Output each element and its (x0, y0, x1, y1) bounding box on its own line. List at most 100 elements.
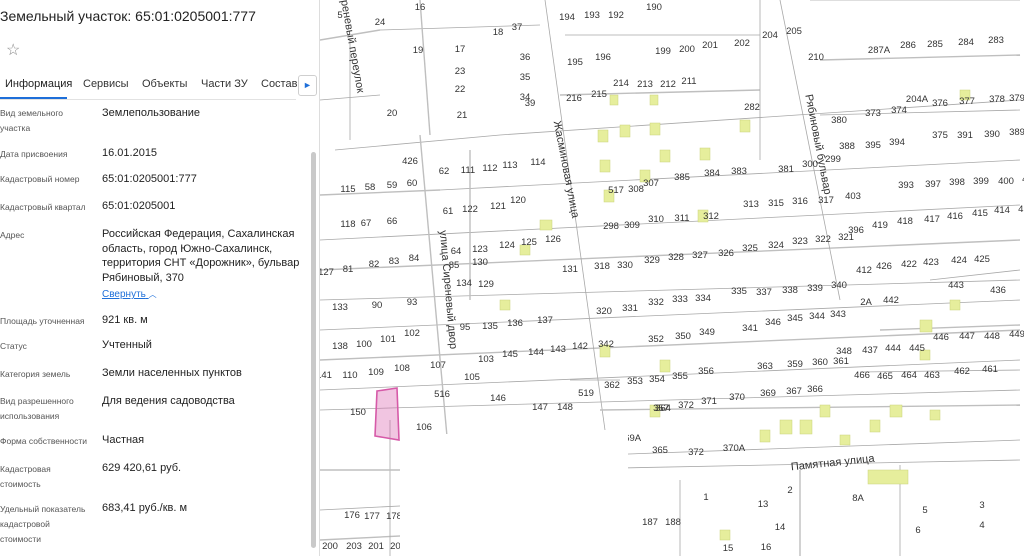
parcel-boundary (320, 299, 1021, 331)
parcel-number-label: 210 (808, 52, 824, 63)
parcel-number-label: 444 (885, 343, 901, 354)
building (499, 299, 511, 311)
tab-information[interactable]: Информация (5, 78, 72, 90)
parcel-number-label: 426 (402, 156, 418, 167)
parcel-boundary (779, 0, 841, 301)
parcel-number-label: 22 (455, 84, 466, 95)
parcel-number-label: 326 (718, 248, 734, 259)
parcel-number-label: 100 (356, 339, 372, 350)
parcel-number-label: 385 (674, 172, 690, 183)
building (949, 299, 961, 311)
parcel-number-label: 285 (927, 39, 943, 50)
tab-objects[interactable]: Объекты (142, 78, 187, 90)
parcel-number-label: 350 (675, 331, 691, 342)
parcel-number-label: 205 (786, 26, 802, 37)
parcel-number-label: 445 (909, 343, 925, 354)
parcel-number-label: 425 (974, 254, 990, 265)
parcel-number-label: 403 (845, 191, 861, 202)
building (739, 119, 751, 133)
parcel-number-label: 113 (502, 160, 517, 171)
parcel-number-label: 126 (545, 234, 561, 245)
parcel-number-label: 399 (973, 176, 989, 187)
parcel-number-label: 127 (320, 267, 334, 278)
parcel-number-label: 58 (365, 182, 376, 193)
parcel-number-label: 194 (559, 12, 575, 23)
star-icon[interactable]: ☆ (6, 40, 20, 60)
parcel-number-label: 426 (876, 261, 892, 272)
field-value-cadastral-quarter: 65:01:0205001 (102, 200, 176, 212)
parcel-number-label: 213 (637, 79, 653, 90)
parcel-number-label: 81 (343, 264, 354, 275)
field-label-status: Статус (0, 341, 27, 351)
parcel-number-label: 282 (744, 102, 760, 113)
parcel-number-label: 120 (510, 195, 526, 206)
parcel-number-label: 516 (434, 389, 450, 400)
field-label-area: Площадь уточненная (0, 316, 85, 326)
tab-services[interactable]: Сервисы (83, 78, 129, 90)
blank-overlay (400, 434, 628, 556)
parcel-number-label: 349 (699, 327, 715, 338)
parcel-number-label: 346 (765, 317, 781, 328)
parcel-number-label: 3 (979, 500, 984, 511)
parcel-number-label: 332 (648, 297, 664, 308)
field-value-permitted-use: Для ведения садоводства (102, 395, 235, 407)
parcel-number-label: 398 (949, 177, 965, 188)
parcel-number-label: 446 (933, 332, 949, 343)
parcel-number-label: 329 (644, 255, 660, 266)
parcel-number-label: 145 (502, 349, 518, 360)
parcel-number-label: 333 (672, 294, 688, 305)
parcel-number-label: 130 (472, 257, 488, 268)
tab-parts[interactable]: Части ЗУ (201, 78, 248, 90)
field-label-permitted-use: Вид разрешенного использования (0, 396, 74, 421)
parcel-number-label: 360 (812, 357, 828, 368)
selected-parcel[interactable] (374, 387, 400, 441)
field-label-land-type: Вид земельного участка (0, 108, 64, 133)
tab-composition[interactable]: Состав (261, 78, 297, 90)
parcel-boundary (320, 204, 1021, 241)
parcel-number-label: 200 (322, 541, 338, 552)
parcel-number-label: 353 (627, 376, 643, 387)
parcel-number-label: 196 (595, 52, 611, 63)
parcel-number-label: 376 (932, 98, 948, 109)
building (799, 419, 813, 435)
panel-scrollbar[interactable] (311, 152, 316, 548)
triangle-right-icon[interactable]: ► (298, 75, 317, 96)
parcel-number-label: 317 (818, 195, 834, 206)
parcel-number-label: 143 (550, 344, 566, 355)
parcel-number-label: 393 (898, 180, 914, 191)
parcel-number-label: 422 (901, 259, 917, 270)
parcel-number-label: 82 (369, 259, 380, 270)
building (869, 419, 881, 433)
parcel-number-label: 112 (482, 163, 497, 174)
parcel-number-label: 414 (994, 205, 1010, 216)
parcel-number-label: 462 (954, 366, 970, 377)
parcel-boundary (929, 269, 1021, 281)
parcel-number-label: 369 (760, 388, 776, 399)
parcel-number-label: 90 (372, 300, 383, 311)
parcel-number-label: 312 (703, 211, 719, 222)
parcel-number-label: 342 (598, 339, 614, 350)
parcel-number-label: 331 (622, 303, 638, 314)
parcel-number-label: 337 (756, 287, 772, 298)
parcel-number-label: 424 (951, 255, 967, 266)
parcel-number-label: 325 (742, 243, 758, 254)
parcel-number-label: 442 (883, 295, 899, 306)
parcel-number-label: 400 (998, 176, 1014, 187)
parcel-number-label: 21 (457, 110, 468, 121)
collapse-link[interactable]: Свернуть ︿ (102, 289, 157, 300)
field-value-area: 921 кв. м (102, 314, 148, 326)
parcel-number-label: 215 (591, 89, 607, 100)
building (649, 122, 661, 136)
parcel-number-label: 389 (1009, 127, 1024, 138)
chevron-up-icon: ︿ (148, 290, 157, 299)
parcel-number-label: 397 (925, 179, 941, 190)
parcel-number-label: 131 (562, 264, 578, 275)
parcel-number-label: 327 (692, 250, 708, 261)
parcel-number-label: 335 (731, 286, 747, 297)
field-label-land-category: Категория земель (0, 369, 71, 379)
parcel-number-label: 461 (982, 364, 998, 375)
parcel-boundary (320, 189, 441, 196)
parcel-number-label: 519 (578, 388, 594, 399)
parcel-number-label: 394 (889, 137, 905, 148)
parcel-number-label: 187 (642, 517, 658, 528)
